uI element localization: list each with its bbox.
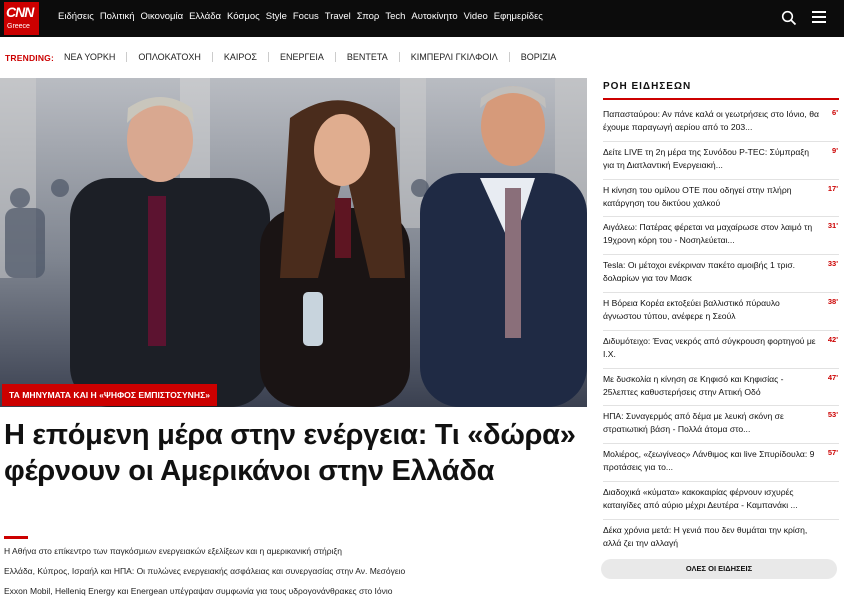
related-articles: Η Αθήνα στο επίκεντρο των παγκόσμιων ενε… (4, 546, 405, 606)
news-feed-item[interactable]: Διδυμότειχο: Ένας νεκρός από σύγκρουση φ… (603, 331, 839, 369)
related-article-link[interactable]: Ελλάδα, Κύπρος, Ισραήλ και ΗΠΑ: Οι πυλών… (4, 566, 405, 586)
all-news-button[interactable]: ΟΛΕΣ ΟΙ ΕΙΔΗΣΕΙΣ (601, 559, 837, 579)
nav-item-tech[interactable]: Tech (385, 11, 405, 22)
news-feed-item-text: Με δυσκολία η κίνηση σε Κηφισό και Κηφισ… (603, 373, 784, 397)
news-feed-title: ΡΟΗ ΕΙΔΗΣΕΩΝ (603, 81, 692, 92)
news-feed-item-time: 6' (832, 108, 838, 117)
news-feed-item-text: Μολιέρος, «ζεωγίνεος» Λάνθιμος και live … (603, 449, 815, 473)
news-feed-item-text: ΗΠΑ: Συναγερμός από δέμα με λευκή σκόνη … (603, 411, 784, 435)
trending-item[interactable]: ΕΝΕΡΓΕΙΑ (267, 52, 335, 62)
nav-item-focus[interactable]: Focus (293, 11, 319, 22)
news-feed-list: Παπασταύρου: Αν πάνε καλά οι γεωτρήσεις … (603, 104, 839, 558)
news-feed-item-text: Tesla: Οι μέτοχοι ενέκριναν πακέτο αμοιβ… (603, 260, 796, 284)
news-feed-item[interactable]: Δέκα χρόνια μετά: Η γενιά που δεν θυμάτα… (603, 520, 839, 558)
news-feed-item-text: Παπασταύρου: Αν πάνε καλά οι γεωτρήσεις … (603, 109, 819, 132)
news-feed-item[interactable]: Η κίνηση του ομίλου ΟΤΕ που οδηγεί στην … (603, 180, 839, 218)
nav-item-economy[interactable]: Οικονομία (141, 11, 184, 22)
trending-label: TRENDING: (5, 53, 55, 63)
nav-item-style[interactable]: Style (266, 11, 287, 22)
news-feed-item-text: Η κίνηση του ομίλου ΟΤΕ που οδηγεί στην … (603, 184, 792, 208)
related-article-link[interactable]: Exxon Mobil, Helleniq Energy και Energea… (4, 586, 405, 606)
cnn-greece-logo[interactable]: CNN Greece (4, 2, 39, 35)
news-feed-item[interactable]: Με δυσκολία η κίνηση σε Κηφισό και Κηφισ… (603, 369, 839, 407)
nav-item-world[interactable]: Κόσμος (227, 11, 260, 22)
headline-divider (4, 536, 28, 539)
nav-item-newspapers[interactable]: Εφημερίδες (494, 11, 543, 22)
news-feed-item[interactable]: Η Βόρεια Κορέα εκτοξεύει βαλλιστικό πύρα… (603, 293, 839, 331)
news-feed-item-time: 53' (827, 410, 838, 420)
top-navigation-bar: CNN Greece Ειδήσεις Πολιτική Οικονομία Ε… (0, 0, 844, 37)
news-feed-item-time: 33' (827, 259, 838, 269)
trending-item[interactable]: ΒΕΝΤΕΤΑ (334, 52, 399, 62)
news-feed-item-time: 57' (827, 448, 838, 458)
hamburger-menu-icon[interactable] (812, 11, 826, 24)
logo-subtitle: Greece (7, 23, 30, 30)
trending-item[interactable]: ΒΟΡΙΖΙΑ (508, 52, 568, 62)
news-feed-item-time: 47' (827, 372, 838, 382)
news-feed-item-time: 17' (827, 183, 838, 193)
trending-item[interactable]: ΚΙΜΠΕΡΛΙ ΓΚΙΛΦΟΙΛ (398, 52, 509, 62)
related-article-link[interactable]: Η Αθήνα στο επίκεντρο των παγκόσμιων ενε… (4, 546, 405, 566)
nav-item-auto[interactable]: Αυτοκίνητο (411, 11, 457, 22)
news-feed-item[interactable]: Tesla: Οι μέτοχοι ενέκριναν πακέτο αμοιβ… (603, 255, 839, 293)
nav-item-greece[interactable]: Ελλάδα (189, 11, 221, 22)
hero-category-label[interactable]: ΤΑ ΜΗΝΥΜΑΤΑ ΚΑΙ Η «ΨΗΦΟΣ ΕΜΠΙΣΤΟΣΥΝΗΣ» (2, 384, 218, 406)
trending-list: ΝΕΑ ΥΟΡΚΗ ΟΠΛΟΚΑΤΟΧΗ ΚΑΙΡΟΣ ΕΝΕΡΓΕΙΑ ΒΕΝ… (64, 52, 567, 62)
news-feed-item-text: Δέκα χρόνια μετά: Η γενιά που δεν θυμάτα… (603, 524, 808, 548)
news-feed-item[interactable]: ΗΠΑ: Συναγερμός από δέμα με λευκή σκόνη … (603, 406, 839, 445)
news-feed-item-text: Δείτε LIVE τη 2η μέρα της Συνόδου P-TEC:… (603, 146, 810, 170)
nav-item-news[interactable]: Ειδήσεις (58, 11, 94, 22)
news-feed-item[interactable]: Δείτε LIVE τη 2η μέρα της Συνόδου P-TEC:… (603, 142, 839, 180)
logo-text: CNN (6, 4, 34, 20)
hero-photo[interactable] (0, 78, 587, 407)
hero-headline[interactable]: Η επόμενη μέρα στην ενέργεια: Τι «δώρα» … (4, 417, 584, 489)
news-feed-item[interactable]: Μολιέρος, «ζεωγίνεος» Λάνθιμος και live … (603, 444, 839, 482)
news-feed-item-text: Διαδοχικά «κύματα» κακοκαιρίας φέρνουν ι… (603, 486, 798, 510)
news-feed-divider (603, 98, 839, 100)
search-icon[interactable] (781, 10, 797, 26)
nav-item-politics[interactable]: Πολιτική (100, 11, 135, 22)
trending-item[interactable]: ΟΠΛΟΚΑΤΟΧΗ (126, 52, 212, 62)
news-feed-item-text: Αιγάλεω: Πατέρας φέρεται να μαχαίρωσε στ… (603, 222, 813, 246)
news-feed-item-text: Διδυμότειχο: Ένας νεκρός από σύγκρουση φ… (603, 335, 816, 359)
news-feed-item-text: Η Βόρεια Κορέα εκτοξεύει βαλλιστικό πύρα… (603, 297, 780, 321)
trending-item[interactable]: ΚΑΙΡΟΣ (211, 52, 268, 62)
news-feed-item-time: 42' (827, 334, 838, 344)
news-feed-item-time: 31' (827, 221, 838, 231)
news-feed-item[interactable]: Διαδοχικά «κύματα» κακοκαιρίας φέρνουν ι… (603, 482, 839, 520)
nav-item-video[interactable]: Video (464, 11, 488, 22)
news-feed-item-time: 38' (827, 296, 838, 306)
trending-bar: TRENDING: ΝΕΑ ΥΟΡΚΗ ΟΠΛΟΚΑΤΟΧΗ ΚΑΙΡΟΣ ΕΝ… (0, 37, 844, 77)
nav-item-travel[interactable]: Travel (325, 11, 351, 22)
trending-item[interactable]: ΝΕΑ ΥΟΡΚΗ (64, 52, 126, 62)
news-feed-item[interactable]: Παπασταύρου: Αν πάνε καλά οι γεωτρήσεις … (603, 104, 839, 142)
news-feed-item[interactable]: Αιγάλεω: Πατέρας φέρεται να μαχαίρωσε στ… (603, 217, 839, 256)
nav-item-sport[interactable]: Σπορ (357, 11, 380, 22)
news-feed-item-time: 9' (832, 145, 838, 155)
main-nav: Ειδήσεις Πολιτική Οικονομία Ελλάδα Κόσμο… (58, 11, 549, 22)
